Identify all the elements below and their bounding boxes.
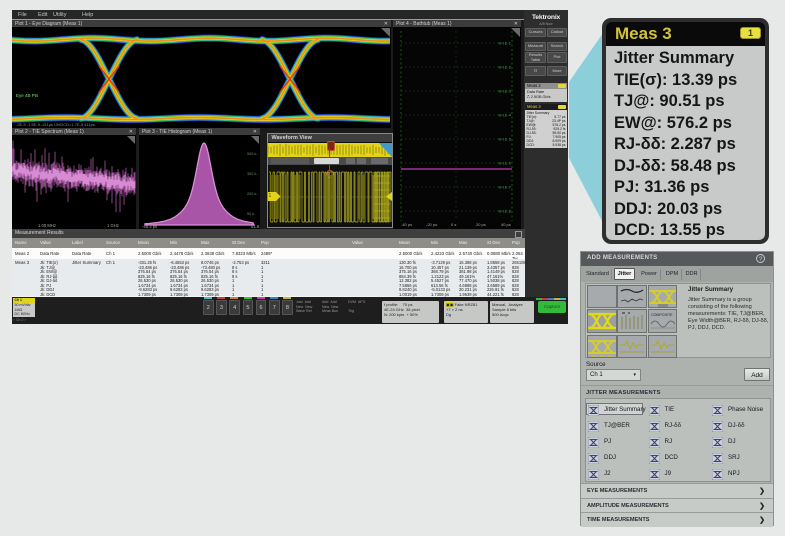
svg-text:COMPOSITE: COMPOSITE (651, 313, 673, 317)
